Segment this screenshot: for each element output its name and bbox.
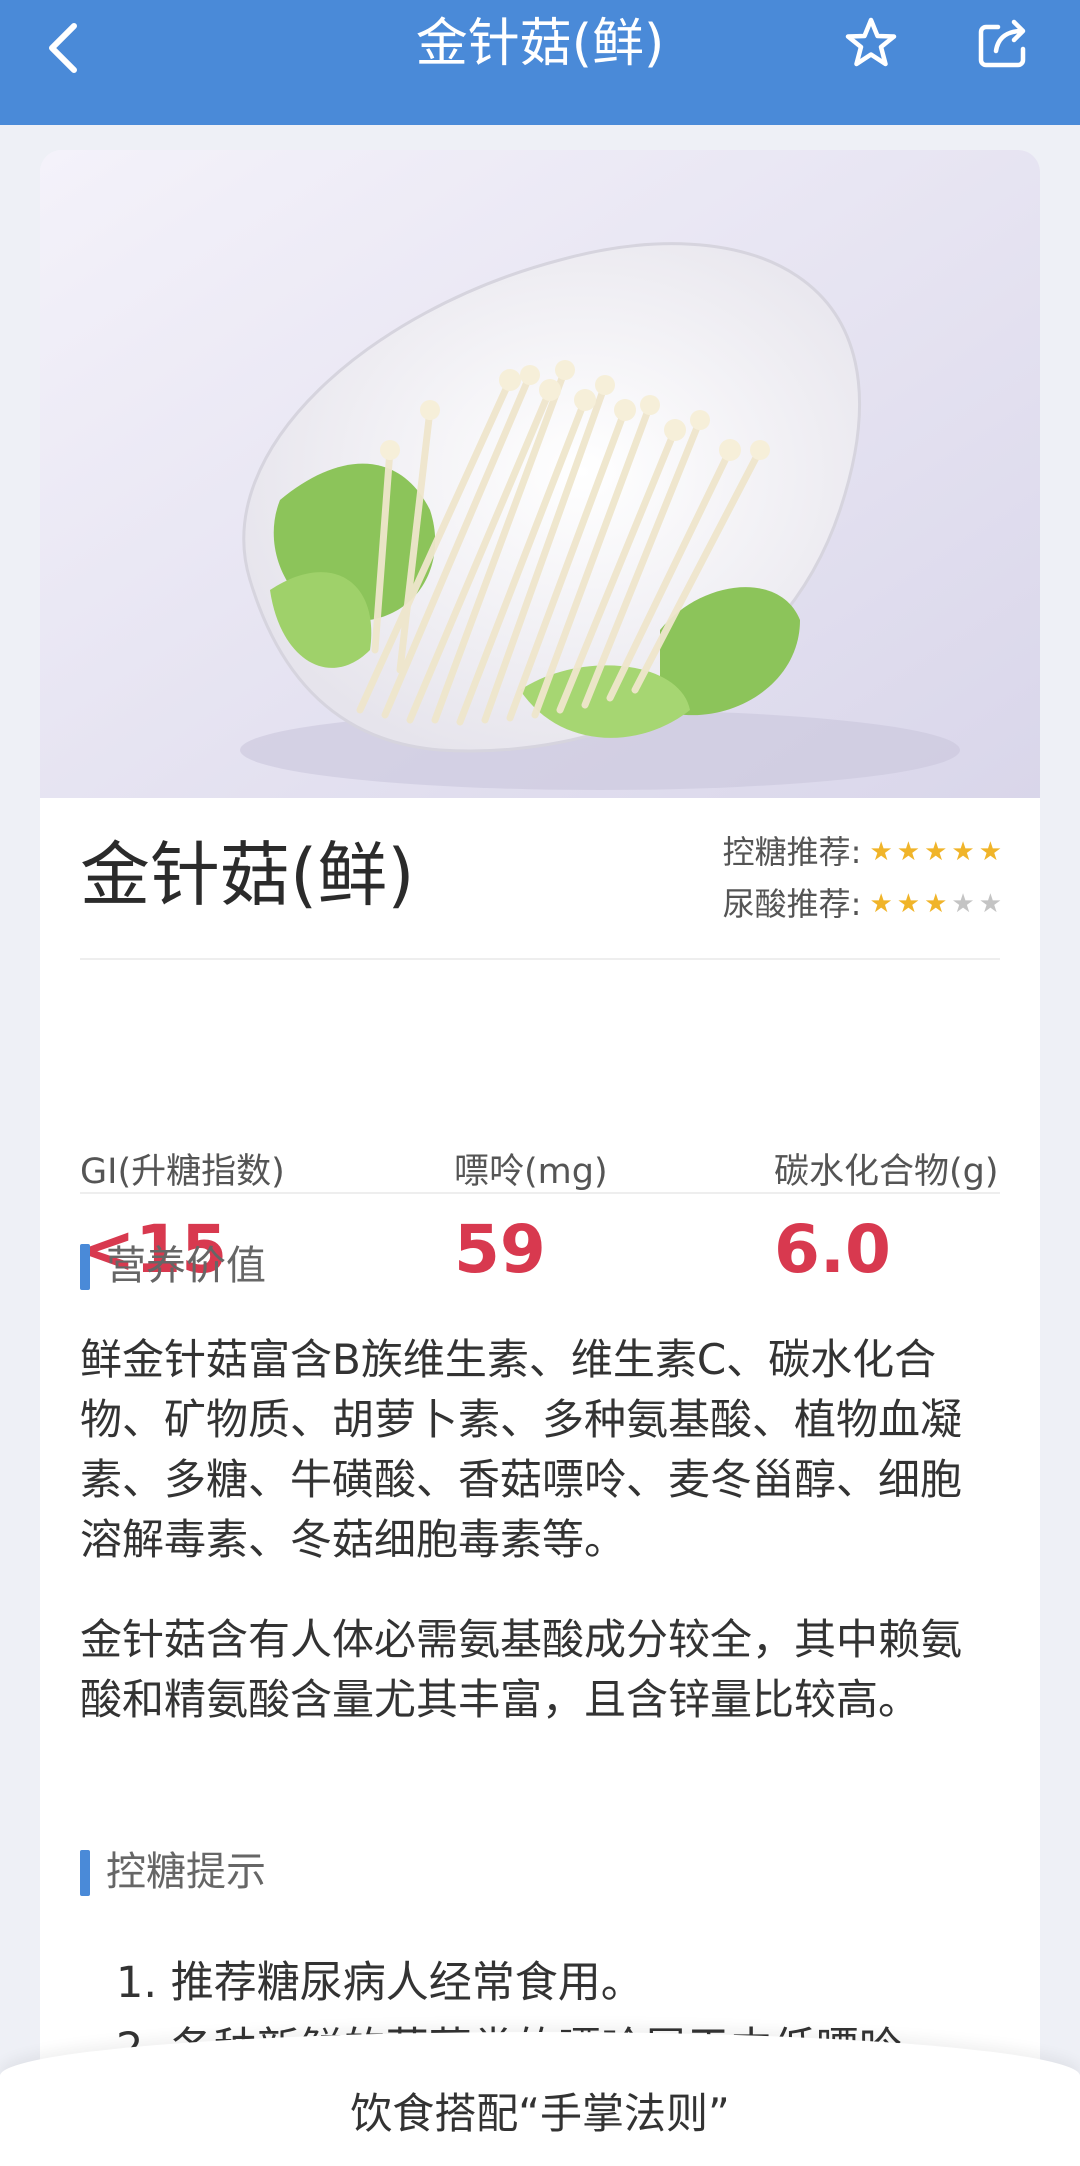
nutrition-section-title: 营养价值 xyxy=(80,1240,266,1292)
uric-acid-stars: ★ ★ ★ ★ ★ xyxy=(869,891,1002,917)
list-item: 1. 推荐糖尿病人经常食用。 xyxy=(116,1958,644,2008)
metric-purine-label: 嘌呤(mg) xyxy=(454,1152,608,1192)
sugar-control-stars: ★ ★ ★ ★ ★ xyxy=(869,839,1002,865)
star-filled-icon: ★ xyxy=(924,889,948,919)
metric-carbs-value: 6.0 xyxy=(774,1211,891,1288)
star-filled-icon: ★ xyxy=(869,889,893,919)
sugar-control-label: 控糖推荐: xyxy=(722,833,862,871)
diet-guide-label: 饮食搭配“手掌法则” xyxy=(350,2089,730,2138)
metric-purine-value: 59 xyxy=(454,1211,546,1288)
star-filled-icon: ★ xyxy=(924,837,948,867)
star-empty-icon: ★ xyxy=(951,889,975,919)
nutrition-paragraph-2: 金针菇含有人体必需氨基酸成分较全，其中赖氨酸和精氨酸含量尤其丰富，且含锌量比较高… xyxy=(80,1615,963,1724)
star-empty-icon: ★ xyxy=(978,889,1002,919)
metric-carbs: 碳水化合物(g) 6.0 xyxy=(774,1150,999,1290)
food-photo xyxy=(40,150,1040,798)
uric-acid-rating: 尿酸推荐: ★ ★ ★ ★ ★ xyxy=(723,882,1002,926)
star-filled-icon: ★ xyxy=(869,837,893,867)
diet-guide-button[interactable]: 饮食搭配“手掌法则” xyxy=(0,2032,1080,2166)
metric-carbs-label: 碳水化合物(g) xyxy=(774,1152,999,1192)
uric-acid-label: 尿酸推荐: xyxy=(722,885,862,923)
metric-gi-label: GI(升糖指数) xyxy=(80,1152,285,1192)
star-filled-icon: ★ xyxy=(896,889,921,919)
page-title: 金针菇(鲜) xyxy=(415,14,665,74)
star-filled-icon: ★ xyxy=(951,837,975,867)
metric-purine: 嘌呤(mg) 59 xyxy=(454,1150,608,1290)
food-detail-card: 金针菇(鲜) 控糖推荐: ★ ★ ★ ★ ★ 尿酸推荐: ★ ★ ★ ★ ★ GI(升糖指数) … xyxy=(40,150,1040,2166)
divider xyxy=(80,1192,1000,1194)
star-filled-icon: ★ xyxy=(978,837,1002,867)
share-icon[interactable] xyxy=(976,15,1032,71)
sugar-control-rating: 控糖推荐: ★ ★ ★ ★ ★ xyxy=(723,830,1002,874)
favorite-star-icon[interactable] xyxy=(842,15,900,73)
divider xyxy=(80,958,1000,960)
tips-section-title: 控糖提示 xyxy=(80,1846,266,1898)
star-filled-icon: ★ xyxy=(896,837,921,867)
top-nav-bar: 金针菇(鲜) xyxy=(0,0,1080,125)
food-name: 金针菇(鲜) xyxy=(80,834,415,916)
nutrition-paragraph-1: 鲜金针菇富含B族维生素、维生素C、碳水化合物、矿物质、胡萝卜素、多种氨基酸、植物… xyxy=(80,1335,963,1564)
